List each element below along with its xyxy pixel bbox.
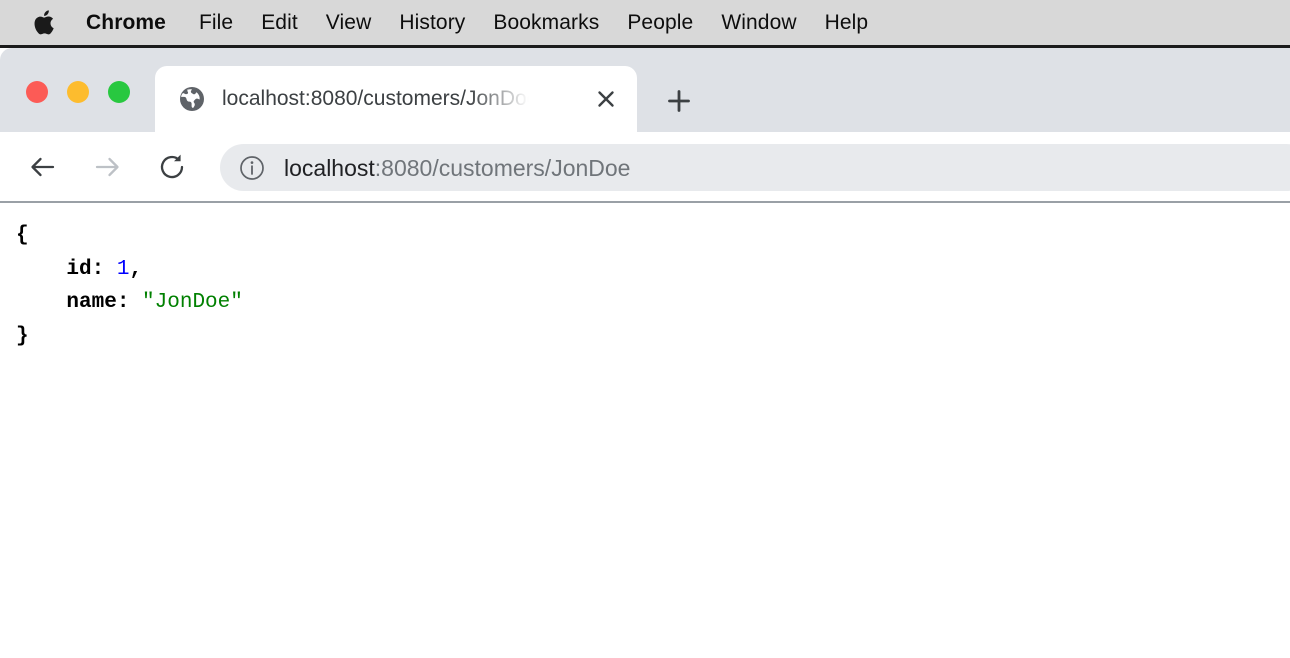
browser-toolbar: localhost:8080/customers/JonDoe bbox=[0, 132, 1290, 203]
menu-item-window[interactable]: Window bbox=[721, 11, 796, 35]
window-traffic-lights bbox=[26, 81, 130, 103]
close-tab-button[interactable] bbox=[589, 82, 623, 116]
menu-item-bookmarks[interactable]: Bookmarks bbox=[493, 11, 599, 35]
back-arrow-icon[interactable] bbox=[22, 146, 64, 188]
info-circle-icon[interactable] bbox=[238, 154, 266, 182]
menu-item-help[interactable]: Help bbox=[825, 11, 869, 35]
new-tab-button[interactable] bbox=[660, 82, 698, 120]
menu-item-view[interactable]: View bbox=[326, 11, 372, 35]
json-token-num: 1 bbox=[116, 257, 130, 281]
forward-arrow-icon bbox=[86, 146, 128, 188]
minimize-window-button[interactable] bbox=[67, 81, 89, 103]
page-content: { id: 1, name: "JonDoe" } bbox=[0, 203, 1290, 658]
reload-icon[interactable] bbox=[151, 146, 193, 188]
json-token-key: id: bbox=[66, 257, 105, 281]
browser-tab-active[interactable]: localhost:8080/customers/JonDoe bbox=[155, 66, 637, 132]
tab-title-container: localhost:8080/customers/JonDoe bbox=[222, 84, 589, 114]
browser-window: localhost:8080/customers/JonDoe localhos… bbox=[0, 45, 1290, 658]
zoom-window-button[interactable] bbox=[108, 81, 130, 103]
json-token-punct: } bbox=[16, 324, 29, 348]
tab-title: localhost:8080/customers/JonDoe bbox=[222, 87, 539, 110]
address-bar-url: localhost:8080/customers/JonDoe bbox=[284, 154, 630, 182]
apple-logo-icon[interactable] bbox=[34, 9, 56, 36]
json-token-key: name: bbox=[66, 291, 130, 314]
menu-item-history[interactable]: History bbox=[399, 11, 465, 35]
json-token-punct: , bbox=[129, 257, 143, 281]
macos-menu-bar: Chrome File Edit View History Bookmarks … bbox=[0, 0, 1290, 45]
json-response-body: { id: 1, name: "JonDoe" } bbox=[0, 219, 1290, 353]
json-token-punct: { bbox=[16, 224, 29, 247]
close-window-button[interactable] bbox=[26, 81, 48, 103]
tab-strip: localhost:8080/customers/JonDoe bbox=[0, 48, 1290, 132]
globe-icon bbox=[179, 86, 205, 112]
menu-item-people[interactable]: People bbox=[627, 11, 693, 35]
address-bar[interactable]: localhost:8080/customers/JonDoe bbox=[220, 144, 1290, 191]
menu-item-edit[interactable]: Edit bbox=[261, 11, 298, 35]
menu-item-chrome[interactable]: Chrome bbox=[86, 11, 166, 35]
address-bar-host: localhost bbox=[284, 154, 375, 181]
menu-item-file[interactable]: File bbox=[199, 11, 233, 35]
json-token-str: "JonDoe" bbox=[142, 291, 243, 314]
address-bar-path: :8080/customers/JonDoe bbox=[374, 154, 631, 181]
